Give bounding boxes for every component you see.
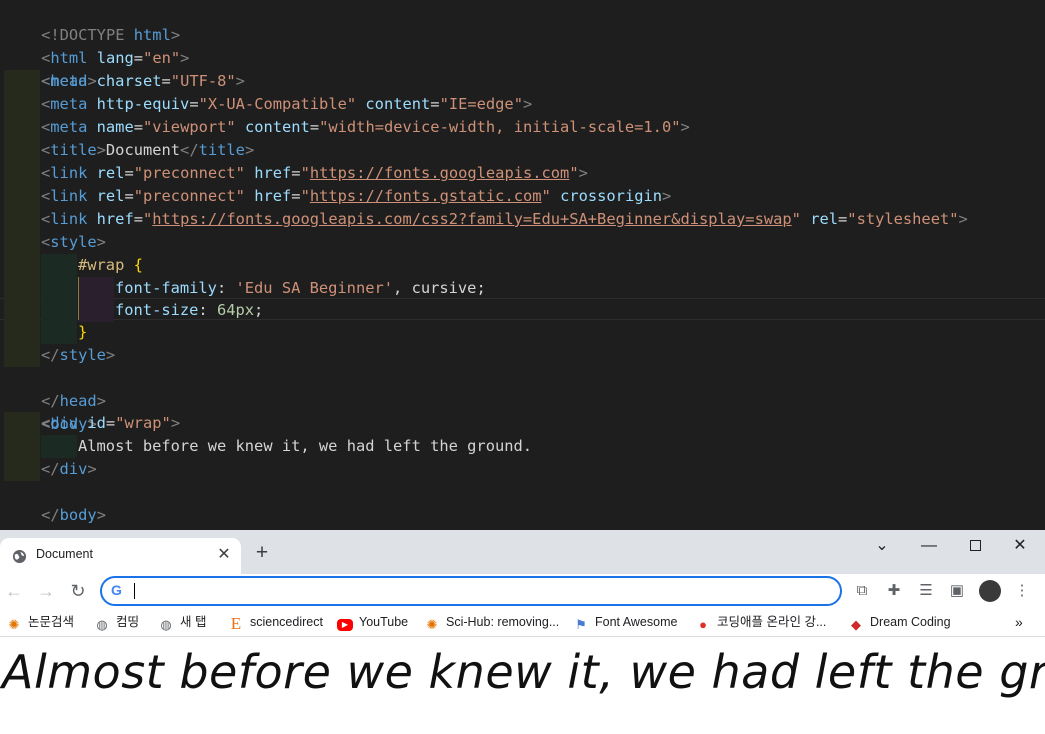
code-line: </html> bbox=[4, 504, 106, 530]
code-line: <title>Document</title> bbox=[0, 139, 1045, 162]
tab-strip: Document ✕ + ⌄ — ✕ bbox=[0, 530, 1045, 574]
bookmarks-bar: ✺ 논문검색 ◍ 컴띵 ◍ 새 탭 Esciencedirect ▶ YouTube ✺… bbox=[0, 608, 1045, 637]
code-line: Almost before we knew it, we had left th… bbox=[0, 435, 1045, 458]
tab-title: Document bbox=[36, 547, 93, 561]
bookmark-item[interactable]: ◍ 컴띵 bbox=[94, 612, 139, 632]
code-editor[interactable]: <!DOCTYPE html> <html lang="en"> <head> … bbox=[0, 0, 1045, 530]
bookmark-item[interactable]: Esciencedirect bbox=[228, 612, 323, 632]
browser-window: Document ✕ + ⌄ — ✕ ← → ↻ G ⧉ ✚ ☰ ▣ ⋮ ✺ 논문… bbox=[0, 530, 1045, 734]
crab-icon: ✺ bbox=[8, 617, 20, 632]
bookmark-item[interactable]: ◆ Dream Coding bbox=[848, 612, 951, 632]
tab-close-icon[interactable]: ✕ bbox=[214, 545, 234, 565]
code-line: font-family: 'Edu SA Beginner', cursive; bbox=[0, 277, 1045, 300]
globe-icon: ◍ bbox=[160, 617, 172, 632]
code-line: </style> bbox=[0, 344, 1045, 367]
code-line: </div> bbox=[0, 458, 1045, 481]
dream-coding-icon: ◆ bbox=[851, 617, 861, 632]
crab-icon: ✺ bbox=[426, 617, 438, 632]
bookmark-item[interactable]: ▶ YouTube bbox=[337, 612, 408, 632]
page-text: Almost before we knew it, we had left th… bbox=[2, 645, 1045, 699]
media-queue-icon[interactable]: ☰ bbox=[917, 582, 935, 600]
code-line: <html lang="en"> bbox=[41, 49, 190, 67]
browser-toolbar: ← → ↻ G ⧉ ✚ ☰ ▣ ⋮ bbox=[0, 574, 1045, 608]
tab-search-chevron-icon[interactable]: ⌄ bbox=[868, 534, 896, 558]
code-line: <link rel="preconnect" href="https://fon… bbox=[0, 185, 1045, 208]
code-line: <style> bbox=[0, 231, 1045, 254]
code-line: <meta charset="UTF-8"> bbox=[0, 70, 1045, 93]
text-caret bbox=[134, 583, 135, 599]
address-input[interactable] bbox=[132, 581, 822, 599]
bookmark-item[interactable]: ● 코딩애플 온라인 강... bbox=[695, 612, 826, 632]
minimize-button[interactable]: — bbox=[915, 534, 943, 558]
globe-icon: ◍ bbox=[96, 617, 108, 632]
google-g-icon: G bbox=[111, 582, 122, 598]
address-bar[interactable]: G bbox=[100, 576, 842, 606]
close-window-button[interactable]: ✕ bbox=[1006, 534, 1034, 558]
bookmark-item[interactable]: ✺ Sci-Hub: removing... bbox=[424, 612, 560, 632]
code-line: } bbox=[0, 321, 1045, 344]
bookmark-item[interactable]: ◍ 새 탭 bbox=[158, 612, 206, 632]
code-line: font-size: 64px; bbox=[0, 299, 1045, 322]
code-line: <link href="https://fonts.googleapis.com… bbox=[0, 208, 1045, 231]
more-bookmarks-chevron[interactable]: » bbox=[1015, 612, 1023, 632]
cast-icon[interactable]: ⧉ bbox=[853, 582, 871, 600]
back-arrow-icon[interactable]: ← bbox=[1, 578, 27, 604]
more-menu-icon[interactable]: ⋮ bbox=[1013, 582, 1031, 600]
code-line: <!DOCTYPE html> bbox=[41, 26, 181, 44]
tab-document[interactable]: Document ✕ bbox=[0, 538, 241, 574]
apple-icon: ● bbox=[699, 617, 707, 632]
bookmark-item[interactable]: ⚑ Font Awesome bbox=[573, 612, 677, 632]
code-line: <meta http-equiv="X-UA-Compatible" conte… bbox=[0, 93, 1045, 116]
code-line: <div id="wrap"> bbox=[0, 412, 1045, 435]
code-line: <body> bbox=[41, 415, 97, 433]
elsevier-icon: E bbox=[230, 614, 242, 633]
code-line: <meta name="viewport" content="width=dev… bbox=[0, 116, 1045, 139]
profile-avatar[interactable] bbox=[979, 580, 1001, 602]
bracket-guide bbox=[78, 277, 79, 320]
bookmark-item[interactable]: ✺ 논문검색 bbox=[6, 612, 74, 632]
code-line: <head> bbox=[41, 72, 97, 90]
code-line: </body> bbox=[41, 506, 106, 524]
flag-icon: ⚑ bbox=[575, 617, 587, 632]
page-viewport: Almost before we knew it, we had left th… bbox=[0, 637, 1045, 734]
new-tab-button[interactable]: + bbox=[252, 542, 272, 563]
globe-icon bbox=[12, 549, 27, 564]
extensions-puzzle-icon[interactable]: ✚ bbox=[885, 582, 903, 600]
code-line: </head> bbox=[41, 392, 106, 410]
forward-arrow-icon[interactable]: → bbox=[33, 578, 59, 604]
youtube-icon: ▶ bbox=[337, 619, 353, 631]
reload-icon[interactable]: ↻ bbox=[65, 578, 91, 604]
maximize-button[interactable] bbox=[961, 534, 989, 558]
side-panel-icon[interactable]: ▣ bbox=[948, 582, 966, 600]
code-line: #wrap { bbox=[0, 254, 1045, 277]
code-line: <link rel="preconnect" href="https://fon… bbox=[0, 162, 1045, 185]
